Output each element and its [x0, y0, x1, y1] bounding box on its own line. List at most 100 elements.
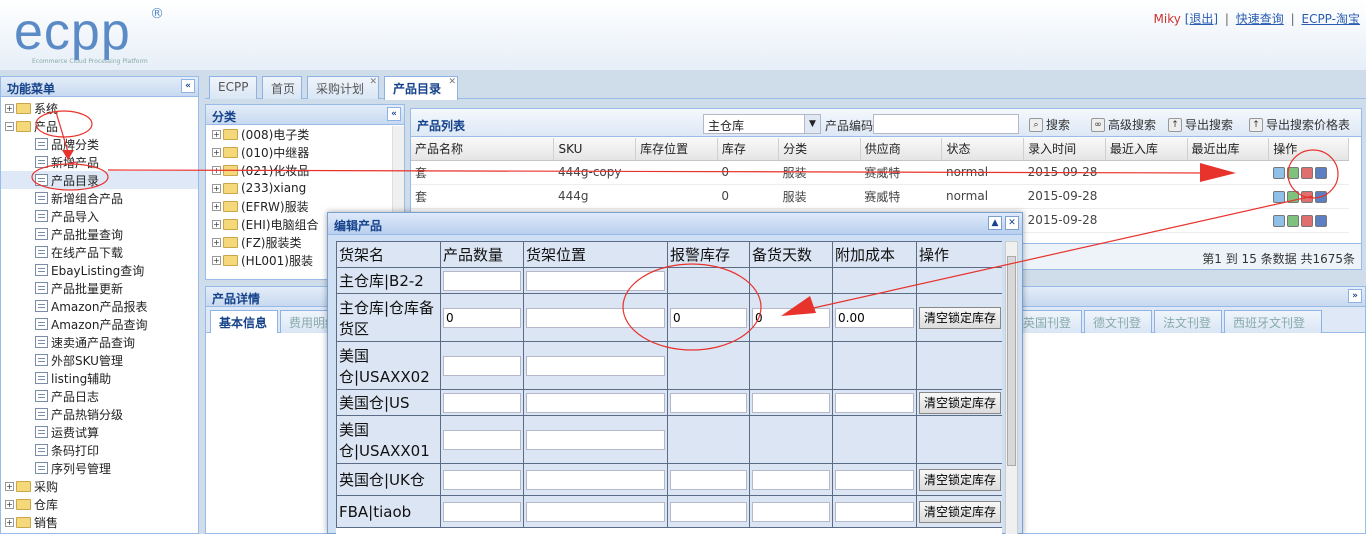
shelf-days-input[interactable] [752, 469, 830, 490]
shelf-loc-input[interactable] [526, 501, 665, 522]
shelf-alarm-input[interactable] [670, 501, 747, 522]
expand-icon[interactable]: + [212, 183, 221, 193]
shelf-qty-input[interactable] [443, 392, 521, 413]
shelf-cost-input[interactable] [835, 469, 914, 490]
tab-0[interactable]: ECPP [209, 76, 257, 99]
column-header[interactable]: 库存位置 [635, 138, 718, 161]
column-header[interactable]: 最近入库 [1105, 138, 1188, 161]
expand-icon[interactable]: + [5, 499, 14, 509]
expand-icon[interactable]: + [212, 129, 221, 139]
shelf-alarm-input[interactable] [670, 307, 747, 328]
delete-icon[interactable] [1300, 214, 1313, 227]
tab-2[interactable]: 采购计划 ✕ [307, 76, 379, 99]
detail-tab-5[interactable]: 西班牙文刊登 [1224, 310, 1322, 333]
export-price-button[interactable]: ↑ 导出搜索价格表 [1249, 116, 1350, 133]
expand-icon[interactable]: + [212, 237, 221, 247]
expand-icon[interactable]: + [5, 481, 14, 491]
menu-item[interactable]: 产品批量查询 [1, 225, 198, 243]
column-header[interactable]: 状态 [941, 138, 1025, 161]
save-icon[interactable] [1314, 166, 1327, 179]
menu-group-0[interactable]: + 系统 [1, 99, 198, 117]
copy-icon[interactable] [1286, 190, 1299, 203]
copy-icon[interactable] [1286, 166, 1299, 179]
category-item[interactable]: + (010)中继器 [206, 143, 404, 161]
shelf-loc-input[interactable] [526, 429, 665, 450]
advanced-search-button[interactable]: ∞ 高级搜索 [1091, 116, 1156, 133]
save-icon[interactable] [1314, 214, 1327, 227]
collapse-menu-button[interactable]: « [181, 79, 195, 93]
detail-tab-2[interactable]: 英国刊登 [1014, 310, 1082, 333]
save-icon[interactable] [1314, 190, 1327, 203]
clear-locked-stock-button[interactable]: 清空锁定库存 [919, 468, 1002, 491]
detail-tab-4[interactable]: 法文刊登 [1154, 310, 1222, 333]
shelf-qty-input[interactable] [443, 501, 521, 522]
product-code-input[interactable] [873, 114, 1019, 134]
collapse-icon[interactable]: − [5, 121, 14, 131]
expand-icon[interactable]: + [212, 201, 221, 211]
expand-icon[interactable]: + [5, 517, 14, 527]
shelf-cost-input[interactable] [835, 392, 914, 413]
expand-detail-button[interactable]: » [1348, 289, 1362, 303]
close-icon[interactable]: ✕ [1005, 216, 1019, 230]
menu-item[interactable]: 产品日志 [1, 387, 198, 405]
shelf-loc-input[interactable] [526, 355, 665, 376]
close-tab-icon[interactable]: ✕ [448, 77, 456, 87]
column-header[interactable]: 录入时间 [1023, 138, 1106, 161]
edit-icon[interactable] [1272, 190, 1285, 203]
column-header[interactable]: 最近出库 [1187, 138, 1270, 161]
detail-tab-3[interactable]: 德文刊登 [1084, 310, 1152, 333]
tab-3[interactable]: 产品目录 ✕ [384, 76, 458, 100]
menu-item[interactable]: Amazon产品查询 [1, 315, 198, 333]
column-header[interactable]: 操作 [1268, 138, 1349, 161]
menu-item[interactable]: listing辅助 [1, 369, 198, 387]
column-header[interactable]: 分类 [778, 138, 861, 161]
expand-icon[interactable]: + [5, 103, 14, 113]
menu-item[interactable]: 产品目录 [1, 171, 198, 189]
expand-icon[interactable]: + [212, 147, 221, 157]
shelf-loc-input[interactable] [526, 392, 665, 413]
dialog-scrollbar[interactable] [1005, 241, 1018, 534]
menu-item[interactable]: Amazon产品报表 [1, 297, 198, 315]
category-item[interactable]: + (233)xiang [206, 179, 404, 197]
export-search-button[interactable]: ↑ 导出搜索 [1168, 116, 1233, 133]
shelf-qty-input[interactable] [443, 307, 521, 328]
search-button[interactable]: ⌕ 搜索 [1029, 116, 1070, 133]
tab-1[interactable]: 首页 [262, 76, 302, 99]
shelf-loc-input[interactable] [526, 270, 665, 291]
table-row[interactable]: 套 444g-copy 0 服装 赛威特 normal 2015-09-28 [411, 160, 1349, 185]
shelf-loc-input[interactable] [526, 469, 665, 490]
column-header[interactable]: 库存 [717, 138, 780, 161]
edit-icon[interactable] [1272, 214, 1285, 227]
column-header[interactable]: SKU [553, 138, 637, 161]
menu-item[interactable]: 运费试算 [1, 423, 198, 441]
menu-item[interactable]: 新增产品 [1, 153, 198, 171]
clear-locked-stock-button[interactable]: 清空锁定库存 [919, 306, 1002, 329]
shelf-alarm-input[interactable] [670, 469, 747, 490]
expand-icon[interactable]: + [212, 165, 221, 175]
menu-item[interactable]: 品牌分类 [1, 135, 198, 153]
shelf-days-input[interactable] [752, 501, 830, 522]
collapse-dialog-icon[interactable]: ▲ [988, 216, 1002, 230]
column-header[interactable]: 供应商 [860, 138, 943, 161]
close-tab-icon[interactable]: ✕ [369, 77, 377, 87]
column-header[interactable]: 产品名称 [411, 138, 555, 161]
shelf-days-input[interactable] [752, 392, 830, 413]
menu-item[interactable]: 在线产品下载 [1, 243, 198, 261]
collapse-category-button[interactable]: « [387, 107, 401, 121]
logout-link[interactable]: [退出] [1185, 12, 1218, 26]
expand-icon[interactable]: + [212, 219, 221, 229]
shelf-alarm-input[interactable] [670, 392, 747, 413]
shelf-qty-input[interactable] [443, 469, 521, 490]
menu-item[interactable]: 速卖通产品查询 [1, 333, 198, 351]
shelf-cost-input[interactable] [835, 501, 914, 522]
detail-tab-0[interactable]: 基本信息 [210, 310, 278, 333]
menu-item[interactable]: 产品导入 [1, 207, 198, 225]
menu-item[interactable]: 外部SKU管理 [1, 351, 198, 369]
shelf-qty-input[interactable] [443, 355, 521, 376]
shelf-cost-input[interactable] [835, 307, 914, 328]
shelf-qty-input[interactable] [443, 429, 521, 450]
copy-icon[interactable] [1286, 214, 1299, 227]
expand-icon[interactable]: + [212, 255, 221, 265]
menu-item[interactable]: 序列号管理 [1, 459, 198, 477]
delete-icon[interactable] [1300, 166, 1313, 179]
